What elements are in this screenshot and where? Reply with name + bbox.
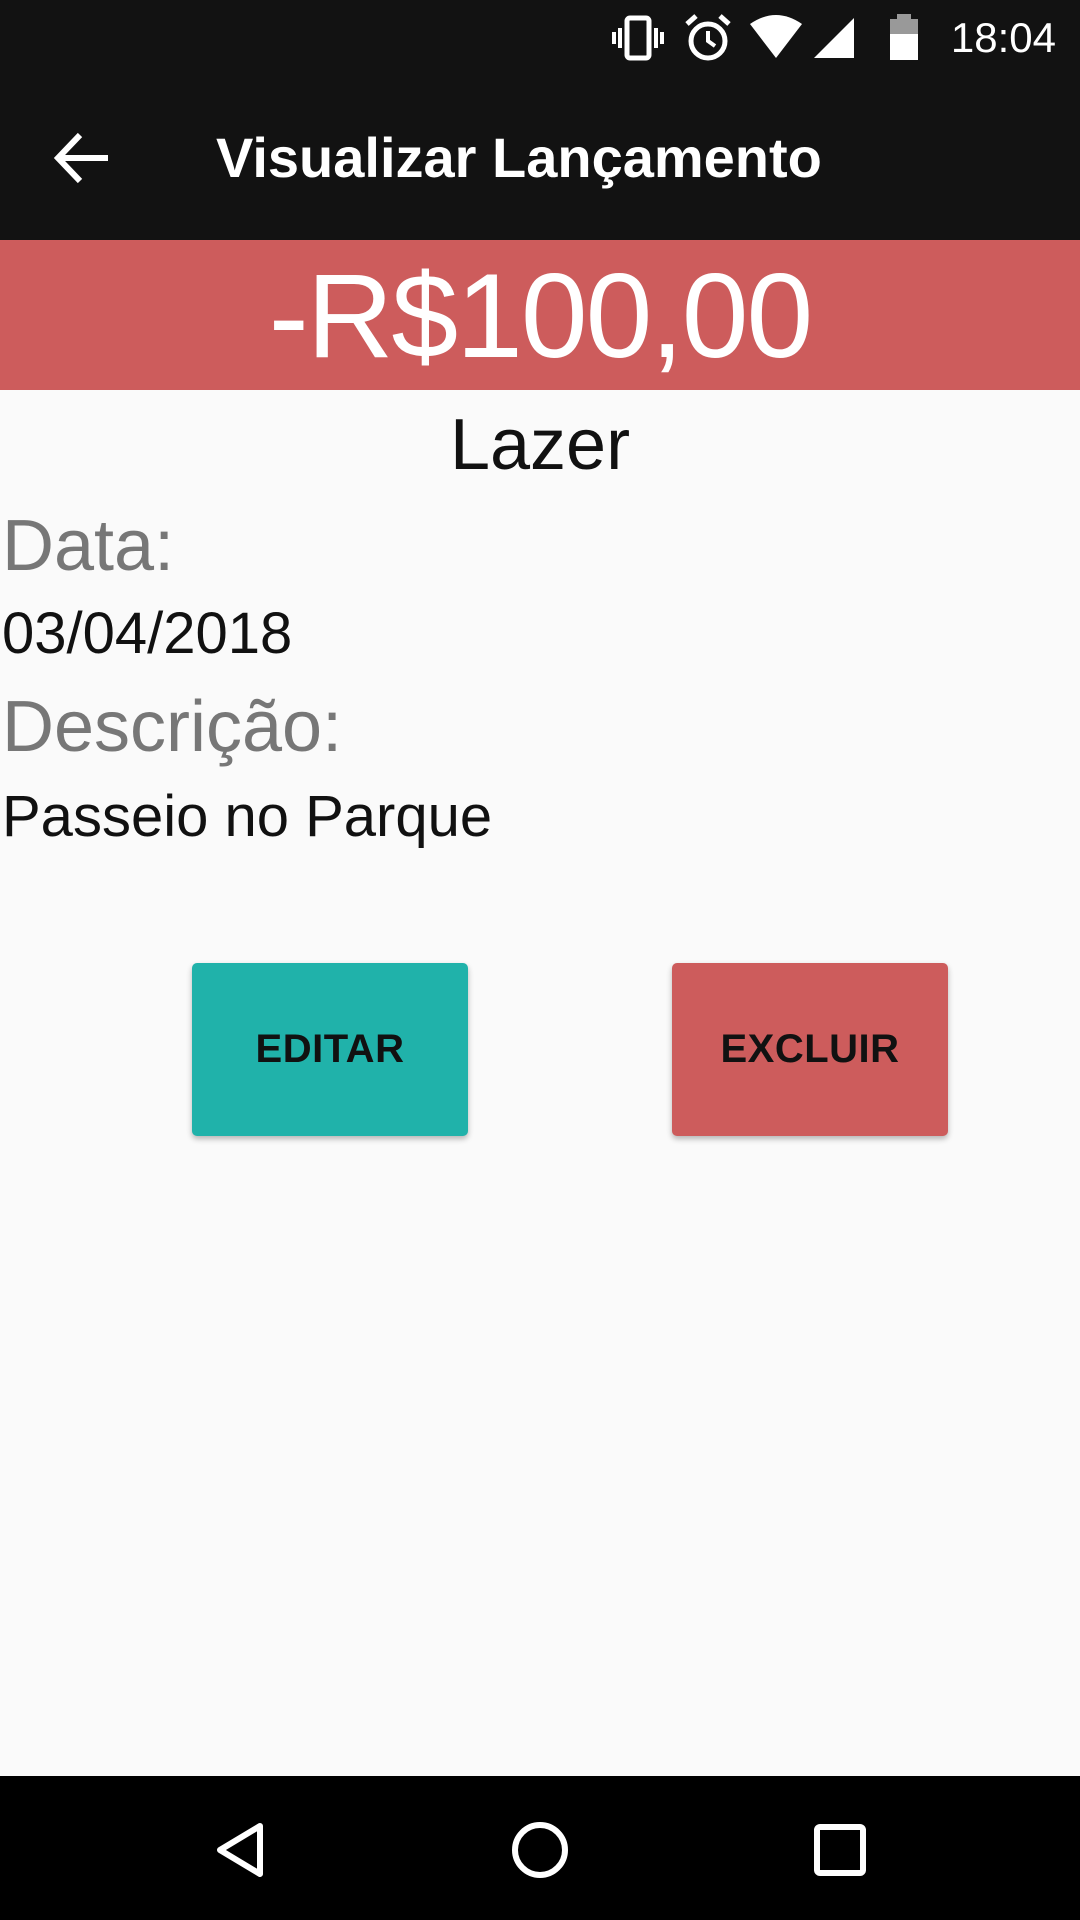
description-label: Descrição: [2, 687, 343, 767]
status-time: 18:04 [950, 14, 1056, 61]
toolbar: Visualizar Lançamento [0, 75, 1080, 240]
cellular-signal-icon [812, 12, 864, 64]
edit-button[interactable]: EDITAR [192, 963, 468, 1136]
back-button[interactable] [36, 113, 132, 203]
navigation-bar [0, 1776, 1080, 1920]
amount-banner: -R$100,00 [0, 240, 1080, 390]
delete-button[interactable]: EXCLUIR [672, 963, 948, 1136]
nav-recents-icon[interactable] [790, 1800, 890, 1900]
date-label: Data: [2, 506, 175, 586]
nav-home-icon[interactable] [490, 1800, 590, 1900]
date-value: 03/04/2018 [2, 601, 293, 666]
description-value: Passeio no Parque [2, 784, 493, 849]
screen: 18:04 Visualizar Lançamento -R$100,00 La… [0, 0, 1080, 1920]
page-title: Visualizar Lançamento [216, 126, 822, 189]
nav-back-icon[interactable] [190, 1800, 290, 1900]
battery-icon [884, 12, 936, 64]
status-bar: 18:04 [0, 0, 1080, 75]
wifi-icon [748, 12, 802, 64]
amount-value: -R$100,00 [268, 249, 813, 383]
vibrate-icon [612, 12, 664, 64]
alarm-icon [682, 12, 734, 64]
arrow-back-icon [53, 132, 108, 184]
category-label: Lazer [449, 405, 631, 485]
